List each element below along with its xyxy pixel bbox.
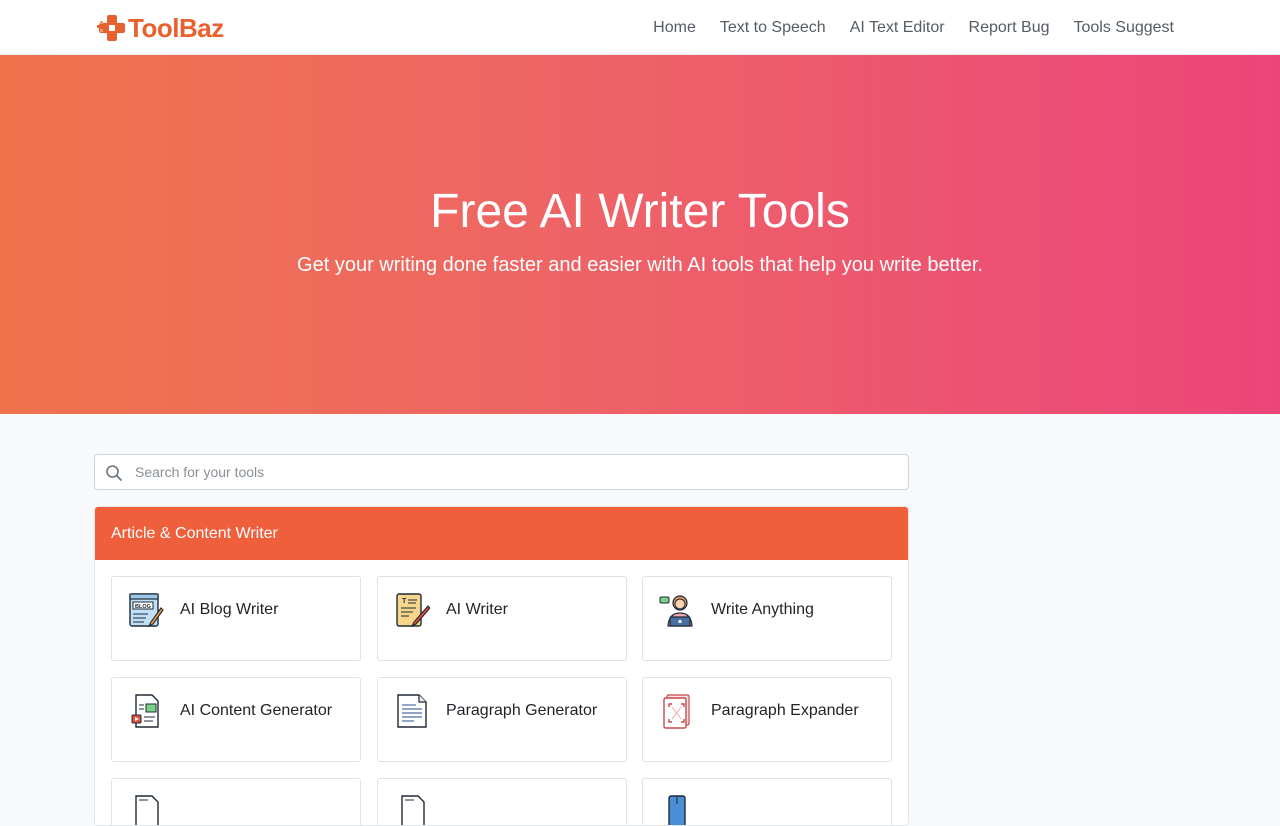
tool-label: AI Writer	[446, 601, 508, 618]
notepad-pen-icon: T	[396, 593, 430, 628]
tool-card-ai-content-generator[interactable]: AI Content Generator	[111, 677, 361, 762]
search-icon	[106, 465, 122, 481]
tool-card-paragraph-expander[interactable]: Paragraph Expander	[642, 677, 892, 762]
nav-report-bug[interactable]: Report Bug	[969, 19, 1050, 37]
document-lines-icon	[397, 694, 427, 728]
tool-card-ai-writer[interactable]: T AI Writer	[377, 576, 627, 661]
tool-card-partial-1[interactable]	[111, 778, 361, 825]
main-nav: Home Text to Speech AI Text Editor Repor…	[629, 0, 1174, 55]
tool-label: Paragraph Generator	[446, 702, 598, 719]
document-icon	[135, 795, 159, 825]
logo-text-part1: Tool	[128, 13, 179, 43]
document-blue-icon	[668, 795, 686, 825]
tool-category-panel: Article & Content Writer BLOG AI Blog Wr…	[94, 506, 909, 826]
person-laptop-icon	[659, 595, 693, 627]
nav-ai-text-editor[interactable]: AI Text Editor	[850, 19, 945, 37]
navbar: ToolBaz Home Text to Speech AI Text Edit…	[0, 0, 1280, 55]
nav-home[interactable]: Home	[653, 19, 696, 37]
tool-label: AI Blog Writer	[180, 601, 279, 618]
logo-text-part2: Baz	[178, 13, 224, 43]
nav-tools-suggest[interactable]: Tools Suggest	[1073, 19, 1174, 37]
category-header: Article & Content Writer	[95, 507, 908, 560]
logo-plus-icon	[97, 15, 125, 41]
logo-text: ToolBaz	[128, 12, 224, 44]
search-input[interactable]	[135, 455, 895, 489]
hero-banner: Free AI Writer Tools Get your writing do…	[0, 55, 1280, 414]
search-box	[94, 454, 909, 490]
tool-card-ai-blog-writer[interactable]: BLOG AI Blog Writer	[111, 576, 361, 661]
tool-card-partial-3[interactable]	[642, 778, 892, 825]
tool-label: Paragraph Expander	[711, 702, 859, 719]
hero-title: Free AI Writer Tools	[430, 185, 850, 238]
tool-label: AI Content Generator	[180, 702, 333, 719]
hero-subtitle: Get your writing done faster and easier …	[297, 254, 983, 276]
tool-card-paragraph-generator[interactable]: Paragraph Generator	[377, 677, 627, 762]
document-media-icon	[131, 694, 159, 728]
expand-document-icon	[663, 694, 690, 729]
document-icon	[401, 795, 425, 825]
tool-card-write-anything[interactable]: Write Anything	[642, 576, 892, 661]
svg-text:T: T	[402, 598, 407, 605]
svg-text:BLOG: BLOG	[135, 604, 151, 610]
tool-label: Write Anything	[711, 601, 814, 618]
blog-icon: BLOG	[129, 593, 164, 628]
tool-card-partial-2[interactable]	[377, 778, 627, 825]
toolbaz-logo[interactable]: ToolBaz	[96, 12, 224, 44]
nav-text-to-speech[interactable]: Text to Speech	[720, 19, 826, 37]
